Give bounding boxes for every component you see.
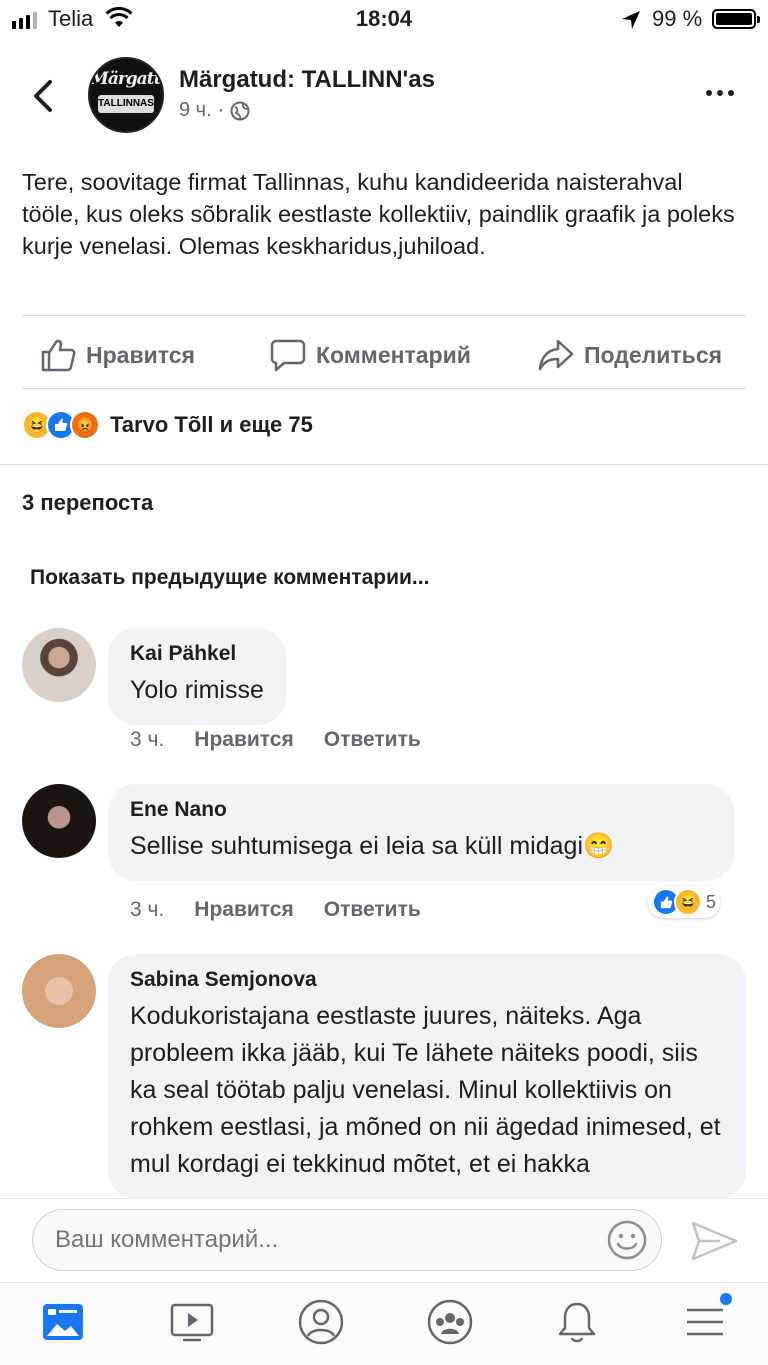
profile-icon [298,1299,344,1345]
reactions-summary[interactable]: 😆 😡 Tarvo Tõll и еще 75 [22,410,313,440]
comment-author[interactable]: Ene Nano [130,798,712,822]
divider [0,464,768,465]
comment-text: Sellise suhtumisega ei leia sa küll mida… [130,832,615,860]
haha-reaction-icon: 😆 [674,888,702,916]
chevron-left-icon[interactable] [28,78,58,114]
logo-text-bottom: TALLINNAS [98,95,154,113]
comment-bubble: Kai Pähkel Yolo rimisse [108,628,286,725]
comment-bubble: Sabina Semjonova Kodukoristajana eestlas… [108,954,746,1198]
tab-notifications[interactable] [552,1297,602,1347]
comment-reply-button[interactable]: Ответить [324,728,421,752]
page-avatar[interactable]: Märgatud TALLINNAS [88,57,164,133]
like-button[interactable]: Нравится [40,338,195,372]
comment-text: Yolo rimisse [130,676,264,704]
comment-text: Kodukoristajana eestlaste juures, näitek… [130,1002,721,1178]
comment-like-button[interactable]: Нравится [194,898,293,922]
angry-reaction-icon: 😡 [70,410,100,440]
globe-icon [230,101,250,120]
divider [22,315,746,316]
reaction-count: 5 [706,891,717,912]
tab-bar [0,1282,768,1365]
tab-groups[interactable] [425,1297,475,1347]
comment-bubble: Ene Nano Sellise suhtumisega ei leia sa … [108,784,734,881]
logo-text-top: Märgatud [90,69,164,89]
post-text: Tere, soovitage firmat Tallinnas, kuhu k… [22,169,735,259]
comment-label: Комментарий [316,341,471,368]
avatar[interactable] [22,628,96,702]
comment-item: Sabina Semjonova Kodukoristajana eestlas… [0,954,768,1198]
comment-icon [270,339,306,372]
comment-meta: 3 ч. Нравится Ответить [130,898,421,922]
comment-composer [0,1198,768,1282]
send-icon[interactable] [690,1219,740,1263]
grin-emoji: 😁 [583,832,615,860]
thumbs-up-icon [41,339,76,372]
post-time: 9 ч. [179,99,212,121]
comment-author[interactable]: Kai Pähkel [130,642,264,666]
share-button[interactable]: Поделиться [538,338,722,372]
more-icon[interactable] [706,90,734,96]
divider [22,388,746,389]
tab-profile[interactable] [296,1297,346,1347]
battery-percent: 99 % [652,6,703,31]
post-meta: 9 ч. · [179,99,250,122]
comment-author[interactable]: Sabina Semjonova [130,968,728,992]
status-bar: Telia 18:04 99 % [0,0,768,40]
avatar[interactable] [22,784,96,858]
groups-icon [427,1299,473,1345]
watch-icon [170,1303,214,1342]
tab-watch[interactable] [167,1297,217,1347]
comment-time: 3 ч. [130,728,165,751]
comment-button[interactable]: Комментарий [270,338,471,372]
comment-like-button[interactable]: Нравится [194,728,293,752]
battery-icon [712,9,760,29]
reactions-text: Tarvo Tõll и еще 75 [110,412,313,437]
shares-count[interactable]: 3 перепоста [22,490,153,516]
comment-input[interactable] [32,1209,662,1271]
meta-separator: · [217,99,225,121]
post-actions: Нравится Комментарий Поделиться [0,318,768,388]
smiley-icon[interactable] [606,1219,648,1261]
menu-icon [687,1308,723,1336]
bell-icon [558,1302,596,1343]
previous-comments-link[interactable]: Показать предыдущие комментарии... [30,566,429,590]
share-icon [538,339,574,371]
avatar[interactable] [22,954,96,1028]
comment-reply-button[interactable]: Ответить [324,898,421,922]
tab-news-feed[interactable] [38,1297,88,1347]
tab-menu[interactable] [680,1293,732,1347]
location-arrow-icon [622,11,640,29]
comment-meta: 3 ч. Нравится Ответить [130,728,421,752]
notification-dot [720,1293,732,1305]
comment-time: 3 ч. [130,898,165,921]
page-name[interactable]: Märgatud: TALLINN'as [179,66,435,94]
comment-reactions[interactable]: 😆 5 [648,886,721,918]
like-label: Нравится [86,341,195,368]
share-label: Поделиться [584,341,723,368]
news-feed-icon [43,1304,83,1340]
